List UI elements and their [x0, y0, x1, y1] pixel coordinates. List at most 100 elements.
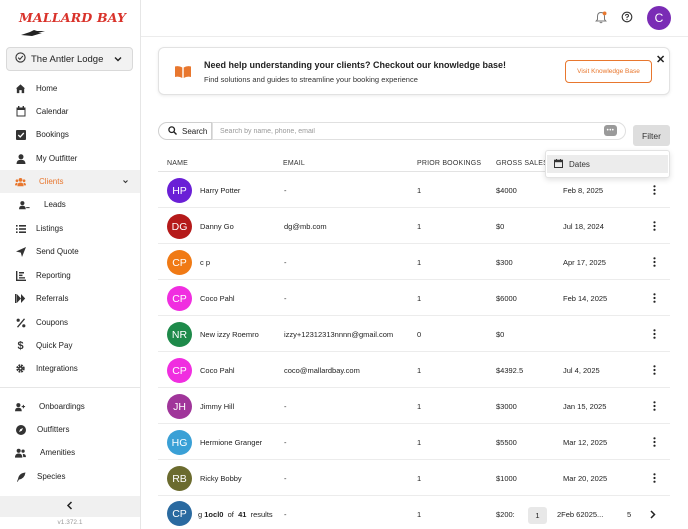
table-row[interactable]: CP c p - 1 $300 Apr 17, 2025 — [158, 244, 670, 280]
search-input[interactable] — [212, 122, 626, 140]
more-vertical-icon[interactable] — [650, 327, 658, 341]
sidebar-item-my-outfitter[interactable]: My Outfitter — [0, 147, 140, 170]
client-email: - — [284, 510, 287, 519]
client-avatar: CP — [167, 286, 192, 311]
feather-icon — [15, 471, 26, 482]
client-date: Mar 12, 2025 — [563, 438, 608, 447]
client-date: Jul 4, 2025 — [563, 366, 600, 375]
notification-bell-icon[interactable] — [595, 11, 607, 26]
sidebar-item-amenities[interactable]: Amenities — [0, 441, 140, 464]
sidebar-item-leads[interactable]: Leads — [0, 193, 140, 216]
sidebar-item-integrations[interactable]: Integrations — [0, 357, 140, 380]
sidebar-item-calendar[interactable]: Calendar — [0, 100, 140, 123]
sidebar-item-outfitters[interactable]: Outfitters — [0, 418, 140, 441]
outfitter-selector[interactable]: The Antler Lodge — [6, 47, 133, 71]
more-vertical-icon[interactable] — [650, 291, 658, 305]
table-row[interactable]: DG Danny Go dg@mb.com 1 $0 Jul 18, 2024 — [158, 208, 670, 244]
client-prior-bookings: 0 — [417, 330, 422, 339]
client-avatar: JH — [167, 394, 192, 419]
sidebar-item-quick-pay[interactable]: $ Quick Pay — [0, 334, 140, 357]
duck-logo-icon — [21, 30, 45, 36]
client-gross-sales: $6000 — [496, 294, 517, 303]
client-gross-sales: $0 — [496, 222, 505, 231]
visit-knowledge-base-button[interactable]: Visit Knowledge Base — [565, 60, 652, 83]
sidebar-item-referrals[interactable]: Referrals — [0, 287, 140, 310]
client-prior-bookings: 1 — [417, 438, 422, 447]
sidebar-divider — [0, 387, 140, 388]
more-vertical-icon[interactable] — [650, 435, 658, 449]
sidebar-item-label: Listings — [36, 224, 64, 233]
page-button-current[interactable]: 1 — [528, 507, 547, 524]
person-add-icon — [15, 401, 26, 412]
client-gross-sales: $5500 — [496, 438, 517, 447]
filter-option-dates[interactable]: Dates — [547, 155, 668, 173]
sidebar-item-onboardings[interactable]: Onboardings — [0, 395, 140, 418]
list-icon — [15, 223, 26, 234]
people-icon — [15, 447, 26, 458]
search-button[interactable]: Search — [158, 122, 212, 140]
client-gross-sales: $200: — [496, 510, 515, 519]
chevron-down-icon — [122, 178, 129, 187]
pagination-total: 41 — [238, 510, 247, 519]
sidebar-item-label: Reporting — [36, 271, 71, 280]
filter-dropdown: Dates — [545, 150, 670, 178]
filter-button[interactable]: Filter — [633, 125, 670, 146]
table-row[interactable]: NR New izzy Roemro izzy+12312313nnnn@gma… — [158, 316, 670, 352]
user-avatar[interactable]: C — [647, 6, 671, 30]
column-header-prior-bookings[interactable]: PRIOR BOOKINGS — [417, 160, 481, 167]
chevron-right-icon[interactable] — [649, 510, 657, 521]
close-icon[interactable]: ✕ — [656, 53, 665, 66]
client-name: Coco Pahl — [200, 294, 235, 303]
client-prior-bookings: 1 — [417, 186, 422, 195]
sidebar-item-label: Amenities — [40, 448, 76, 457]
client-prior-bookings: 1 — [417, 510, 422, 519]
client-email: coco@mallardbay.com — [284, 366, 360, 375]
checkbox-icon — [15, 129, 26, 140]
calendar-icon — [554, 158, 563, 170]
sidebar-item-listings[interactable]: Listings — [0, 217, 140, 240]
more-vertical-icon[interactable] — [650, 255, 658, 269]
table-row[interactable]: RB Ricky Bobby - 1 $1000 Mar 20, 2025 — [158, 460, 670, 496]
client-avatar: NR — [167, 322, 192, 347]
column-header-email[interactable]: EMAIL — [283, 160, 305, 167]
more-vertical-icon[interactable] — [650, 183, 658, 197]
sidebar-item-reporting[interactable]: Reporting — [0, 264, 140, 287]
more-vertical-icon[interactable] — [650, 219, 658, 233]
sidebar-item-coupons[interactable]: Coupons — [0, 311, 140, 334]
client-name: New izzy Roemro — [200, 330, 259, 339]
dollar-icon: $ — [17, 339, 24, 352]
sidebar-item-bookings[interactable]: Bookings — [0, 123, 140, 146]
client-avatar: CP — [167, 358, 192, 383]
column-header-name[interactable]: NAME — [167, 160, 188, 167]
sidebar-item-label: Outfitters — [37, 425, 70, 434]
sidebar-item-home[interactable]: Home — [0, 77, 140, 100]
table-row[interactable]: CP Coco Pahl - 1 $6000 Feb 14, 2025 — [158, 280, 670, 316]
client-gross-sales: $300 — [496, 258, 513, 267]
client-email: - — [284, 438, 287, 447]
help-icon[interactable] — [621, 11, 633, 25]
table-row[interactable]: JH Jimmy Hill - 1 $3000 Jan 15, 2025 — [158, 388, 670, 424]
column-header-gross-sales[interactable]: GROSS SALES — [496, 160, 548, 167]
client-date: Feb 8, 2025 — [563, 186, 604, 195]
table-row[interactable]: HG Hermione Granger - 1 $5500 Mar 12, 20… — [158, 424, 670, 460]
topbar: C — [141, 0, 688, 37]
client-prior-bookings: 1 — [417, 258, 422, 267]
mallard-bay-logo[interactable]: MALLARD BAY — [19, 10, 140, 40]
table-row[interactable]: CP Coco Pahl coco@mallardbay.com 1 $4392… — [158, 352, 670, 388]
client-name: Harry Potter — [200, 186, 241, 195]
more-vertical-icon[interactable] — [650, 471, 658, 485]
sidebar-item-label: Bookings — [36, 130, 69, 139]
more-vertical-icon[interactable] — [650, 399, 658, 413]
client-gross-sales: $1000 — [496, 474, 517, 483]
sidebar-item-clients[interactable]: Clients — [0, 170, 140, 193]
sidebar-item-label: Leads — [44, 200, 66, 209]
sidebar-collapse-button[interactable] — [0, 496, 140, 517]
checkmark-badge-icon — [15, 52, 26, 66]
sidebar-item-send-quote[interactable]: Send Quote — [0, 240, 140, 263]
client-date: Jul 18, 2024 — [563, 222, 604, 231]
sidebar-item-species[interactable]: Species — [0, 465, 140, 488]
open-book-icon — [174, 65, 192, 81]
keyboard-icon[interactable]: ••• — [604, 125, 617, 136]
more-vertical-icon[interactable] — [650, 363, 658, 377]
page-button-last[interactable]: 5 — [627, 510, 631, 519]
